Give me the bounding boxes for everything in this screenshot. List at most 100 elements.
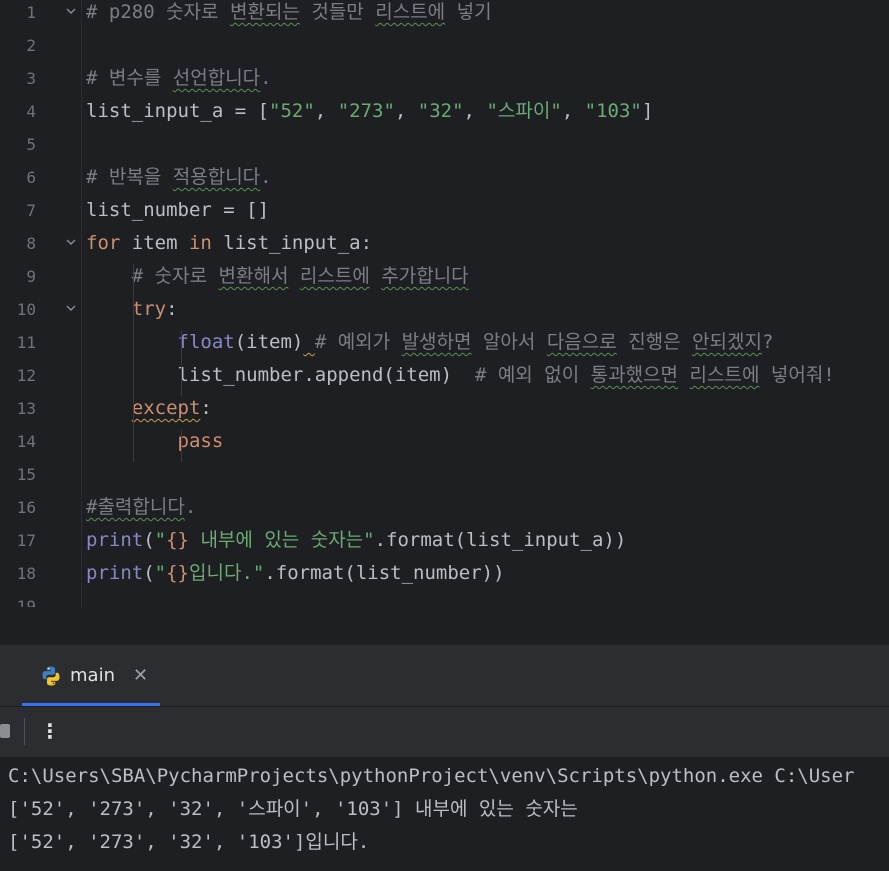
code-token: . [260, 67, 272, 89]
code-token: print [86, 562, 144, 584]
code-token: # 변수를 [86, 67, 173, 89]
code-line[interactable]: 5 [0, 128, 889, 161]
code-token: 알아서 [471, 331, 547, 353]
indent-guide [181, 429, 182, 462]
code-token: # 숫자로 [86, 265, 219, 287]
code-token: pass [177, 430, 224, 452]
code-token: "273" [337, 100, 395, 122]
code-token: 것들만 [299, 1, 376, 23]
line-number: 17 [16, 531, 36, 550]
code-text: #출력합니다. [86, 491, 196, 524]
panel-splitter[interactable] [0, 607, 889, 646]
chevron-down-icon[interactable] [64, 302, 78, 316]
code-text: # p280 숫자로 변환되는 것들만 리스트에 넣기 [86, 0, 492, 29]
code-token: except [131, 397, 201, 419]
console-line: ['52', '273', '32', '103']입니다. [8, 831, 370, 853]
indent-guide [181, 330, 182, 396]
console-line: C:\Users\SBA\PycharmProjects\pythonProje… [8, 765, 855, 787]
close-icon[interactable]: ✕ [133, 665, 148, 686]
code-token: # 예외 [474, 364, 545, 386]
code-text: except: [86, 392, 212, 425]
line-number: 9 [26, 267, 36, 286]
code-line[interactable]: 17 print("{} 내부에 있는 숫자는".format(list_inpu… [0, 524, 889, 557]
code-token: : [200, 397, 212, 419]
code-line[interactable]: 7 list_number = [] [0, 194, 889, 227]
code-token: 내부에 있는 숫자는" [189, 529, 375, 551]
line-number: 6 [26, 168, 36, 187]
code-token: 진행은 [616, 331, 693, 353]
code-text: print("{} 내부에 있는 숫자는".format(list_input_… [86, 524, 626, 557]
code-token: , [463, 100, 487, 122]
run-tool-window-tabbar: main ✕ [0, 645, 889, 707]
code-token: "103" [584, 100, 642, 122]
run-toolbar: ⋮ [0, 707, 889, 757]
stop-icon[interactable] [0, 724, 10, 738]
toolbar-divider [24, 718, 25, 745]
more-vertical-icon[interactable]: ⋮ [40, 717, 60, 745]
line-number: 16 [16, 498, 36, 517]
code-line[interactable]: 2 [0, 29, 889, 62]
code-token: list_number = [] [86, 199, 270, 221]
tab-main[interactable]: main ✕ [22, 645, 160, 706]
code-line[interactable]: 1 # p280 숫자로 변환되는 것들만 리스트에 넣기 [0, 0, 889, 29]
code-token: # p280 [86, 1, 167, 23]
code-token: list_number.append(item) [86, 364, 475, 386]
code-token: 넣어줘! [759, 364, 835, 386]
code-token: 선언합니다 [172, 67, 261, 89]
code-line[interactable]: 8 for item in list_input_a: [0, 227, 889, 260]
chevron-down-icon[interactable] [64, 5, 78, 19]
code-token: 발생하면 [401, 331, 472, 353]
code-token: item [120, 232, 189, 254]
code-line[interactable]: 6 # 반복을 적용합니다. [0, 161, 889, 194]
line-number: 18 [16, 564, 36, 583]
code-editor[interactable]: 1 # p280 숫자로 변환되는 것들만 리스트에 넣기 2 3 # 변수를 선언합니… [0, 0, 889, 607]
code-text: list_number = [] [86, 194, 269, 227]
code-token: #출력합니다 [86, 496, 185, 518]
line-number: 1 [26, 3, 36, 22]
chevron-down-icon[interactable] [64, 236, 78, 250]
code-token: 변환되는 [229, 1, 300, 23]
code-token: 없이 [544, 364, 580, 386]
indent-guide [133, 264, 134, 462]
code-token: in [188, 232, 212, 254]
code-line[interactable]: 19 [0, 590, 889, 607]
console-output[interactable]: C:\Users\SBA\PycharmProjects\pythonProje… [0, 757, 889, 871]
code-token: for [86, 232, 121, 254]
code-token: , [314, 100, 338, 122]
code-token: 리스트에 [375, 1, 446, 23]
code-line[interactable]: 3 # 변수를 선언합니다. [0, 62, 889, 95]
active-tab-indicator [22, 703, 160, 706]
code-token: 넣기 [445, 1, 492, 23]
code-line[interactable]: 18 print("{}입니다.".format(list_number)) [0, 557, 889, 590]
code-text: try: [86, 293, 178, 326]
line-number: 4 [26, 102, 36, 121]
code-token: print [86, 529, 144, 551]
code-token: 다음으로 [546, 331, 617, 353]
code-token: 숫자로 [166, 1, 219, 23]
code-token: , [394, 100, 418, 122]
code-token: : [166, 298, 178, 320]
code-token: 통과했으면 [590, 364, 679, 386]
code-token: try [131, 298, 167, 320]
code-token: .format(list_input_a)) [374, 529, 627, 551]
code-text: print("{}입니다.".format(list_number)) [86, 557, 505, 590]
code-token: ? [762, 331, 774, 353]
code-token: list_input_a = [ [86, 100, 270, 122]
code-line[interactable]: 4 list_input_a = ["52", "273", "32", "스파이… [0, 95, 889, 128]
code-line[interactable]: 15 [0, 458, 889, 491]
code-token: " [154, 529, 167, 551]
code-token: 안되겠지 [692, 331, 762, 353]
code-line[interactable]: 16 #출력합니다. [0, 491, 889, 524]
code-token: # 예외가 [314, 331, 402, 353]
line-number: 7 [26, 201, 36, 220]
line-number: 15 [16, 465, 36, 484]
code-token: 추가합니다 [381, 265, 469, 287]
code-token: . [184, 496, 197, 518]
